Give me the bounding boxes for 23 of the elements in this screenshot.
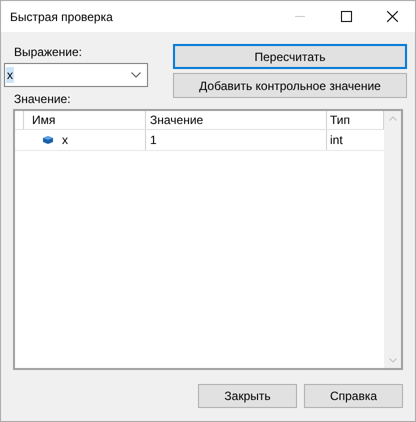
- close-icon: [386, 11, 398, 22]
- scrollbar[interactable]: [384, 111, 401, 368]
- maximize-icon: [340, 11, 352, 22]
- column-header[interactable]: Значение: [146, 111, 327, 129]
- dialog-button[interactable]: Добавить контрольное значение: [173, 73, 407, 98]
- dialog-button[interactable]: Справка: [304, 384, 403, 408]
- expression-label: Выражение:: [14, 44, 84, 60]
- column-header[interactable]: Имя: [24, 111, 146, 129]
- table-cell-text: int: [329, 132, 344, 149]
- dialog-button[interactable]: Закрыть: [198, 384, 297, 408]
- expression-value: x: [6, 67, 14, 83]
- table-cell-text: x: [62, 132, 68, 149]
- chevron-down-icon: [131, 72, 141, 78]
- scroll-up-icon: [388, 116, 396, 121]
- value-label: Значение:: [14, 91, 72, 107]
- variable-icon: [42, 135, 54, 145]
- expression-combo[interactable]: x: [4, 63, 148, 87]
- dialog-button[interactable]: Пересчитать: [173, 44, 407, 69]
- window-title: Быстрая проверка: [10, 8, 114, 26]
- minimize-icon: [295, 16, 305, 17]
- scroll-down-icon: [388, 358, 396, 363]
- table-row[interactable]: x 1 int: [15, 130, 384, 151]
- table-cell: 1: [146, 130, 327, 150]
